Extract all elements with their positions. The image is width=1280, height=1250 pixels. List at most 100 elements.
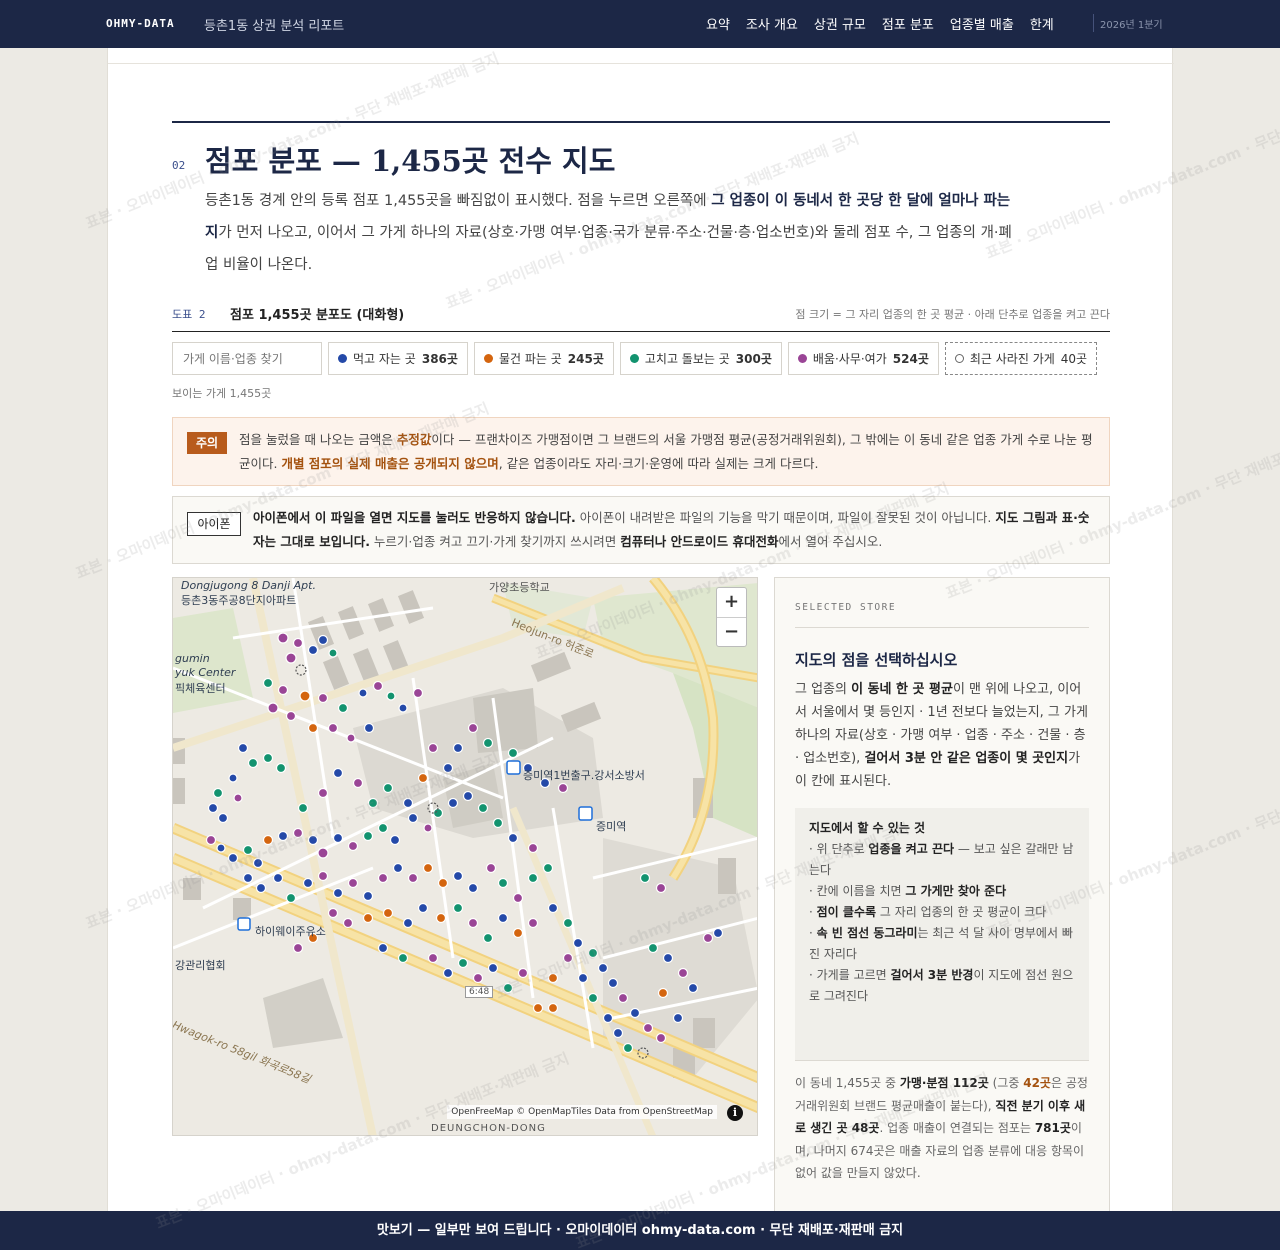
- page-top-rule: [108, 63, 1174, 64]
- top-navbar: OHMY-DATA 등촌1동 상권 분석 리포트 요약 조사 개요 상권 규모 …: [0, 0, 1280, 48]
- nav-item-market-size[interactable]: 상권 규모: [814, 14, 866, 33]
- warning-emphasis-1: 추정값: [396, 432, 432, 447]
- visible-store-count: 보이는 가게 1,455곳: [172, 387, 272, 400]
- chip-label: 물건 파는 곳: [498, 352, 562, 366]
- info-icon[interactable]: i: [727, 1105, 743, 1121]
- howto-item: · 점이 클수록 그 자리 업종의 한 곳 평균이 크다: [809, 905, 1047, 919]
- subway-station-icon: [578, 806, 593, 821]
- map-label-gym-en-2: yuk Center: [175, 666, 236, 679]
- chip-count: 300곳: [735, 352, 772, 366]
- map-label-school: 가양초등학교: [489, 581, 550, 594]
- gas-station-icon: [237, 917, 251, 931]
- chip-label: 먹고 자는 곳: [353, 352, 416, 366]
- map-label-station: 증미역: [596, 820, 627, 833]
- howto-item: · 가게를 고르면 걸어서 3분 반경이 지도에 점선 원으로 그려진다: [809, 968, 1074, 1003]
- figure-header: 도표 2 점포 1,455곳 분포도 (대화형) 점 크기 = 그 자리 업종의…: [172, 301, 1110, 325]
- category-dot-icon: [483, 354, 493, 363]
- howto-item: · 위 단추로 업종을 켜고 끈다 — 보고 싶은 갈래만 남는다: [809, 842, 1074, 877]
- map-label-gas-station: 하이웨이주유소: [255, 925, 326, 938]
- iphone-emphasis-1: 아이폰에서 이 파일을 열면 지도를 눌러도 반응하지 않습니다.: [253, 510, 576, 525]
- iphone-text-2: 누르기·업종 켜고 끄기·가게 찾기까지 쓰시려면: [369, 534, 621, 549]
- nav-item-survey[interactable]: 조사 개요: [746, 14, 798, 33]
- category-dot-icon: [338, 354, 347, 363]
- panel-desc-bold-1: 이 동네 한 곳 평균: [851, 682, 953, 697]
- panel-eyebrow: SELECTED STORE: [795, 602, 897, 613]
- warning-text: 점을 눌렀을 때 나오는 금액은 추정값이다 — 프랜차이즈 가맹점이면 그 브…: [239, 428, 1097, 476]
- preview-footer-bar: 맛보기 — 일부만 보여 드립니다 · 오마이데이터 ohmy-data.com…: [0, 1211, 1280, 1250]
- chip-count: 245곳: [567, 352, 604, 366]
- document-title: 등촌1동 상권 분석 리포트: [204, 19, 345, 34]
- warning-text-3: , 같은 업종이라도 자리·크기·운영에 따라 실제는 크게 다르다.: [498, 456, 819, 471]
- iphone-text: 아이폰에서 이 파일을 열면 지도를 눌러도 반응하지 않습니다. 아이폰이 내…: [253, 506, 1099, 554]
- store-map[interactable]: Dongjugong 8 Danji Apt. 등촌3동주공8단지아파트 가양초…: [172, 577, 758, 1136]
- report-period: 2026년 1분기: [1100, 20, 1163, 31]
- category-filters: 먹고 자는 곳 386곳 물건 파는 곳 245곳 고치고 돌보는 곳 300곳…: [172, 342, 1098, 375]
- nav-item-limitations[interactable]: 한계: [1030, 14, 1054, 33]
- chip-count: 524곳: [892, 352, 929, 366]
- nav-item-summary[interactable]: 요약: [706, 14, 730, 33]
- zoom-in-button[interactable]: +: [717, 588, 746, 617]
- selected-store-panel: SELECTED STORE 지도의 점을 선택하십시오 그 업종의 이 동네 …: [774, 577, 1110, 1228]
- map-label-district: DEUNGCHON-DONG: [431, 1123, 546, 1134]
- map-attribution[interactable]: OpenFreeMap © OpenMapTiles Data from Ope…: [447, 1105, 717, 1119]
- hollow-ring-icon: [954, 354, 964, 363]
- map-label-gym-ko: 픽체육센터: [175, 682, 226, 695]
- section-lead: 등촌1동 경계 안의 등록 점포 1,455곳을 빠짐없이 표시했다. 점을 누…: [205, 185, 1015, 281]
- panel-desc-bold-2: 걸어서 3분 안 같은 업종이 몇 곳인지: [864, 751, 1069, 766]
- filter-chip-food-lodging[interactable]: 먹고 자는 곳 386곳: [328, 342, 468, 375]
- figure-rule: [172, 331, 1110, 332]
- filter-chip-closed-stores[interactable]: 최근 사라진 가게 40곳: [944, 342, 1098, 375]
- panel-divider: [795, 1060, 1089, 1061]
- panel-divider: [795, 627, 1089, 628]
- filter-chip-retail[interactable]: 물건 파는 곳 245곳: [473, 342, 614, 375]
- figure-number: 도표 2: [172, 308, 206, 321]
- warning-emphasis-2: 개별 점포의 실제 매출은 공개되지 않으며: [281, 456, 499, 471]
- howto-title: 지도에서 할 수 있는 것: [809, 821, 926, 835]
- lead-text-1: 등촌1동 경계 안의 등록 점포 1,455곳을 빠짐없이 표시했다. 점을 누…: [205, 193, 712, 209]
- iphone-text-1: 아이폰이 내려받은 파일의 기능을 막기 때문이며, 파일이 잘못된 것이 아닙…: [575, 510, 996, 525]
- section-rule: [172, 121, 1110, 123]
- store-search-input[interactable]: [172, 342, 322, 375]
- howto-item: · 칸에 이름을 치면 그 가게만 찾아 준다: [809, 884, 1007, 898]
- section-title: 점포 분포 — 1,455곳 전수 지도: [205, 144, 616, 178]
- map-label-station-exit: 증미역1번출구.강서소방서: [523, 769, 645, 782]
- iphone-badge: 아이폰: [187, 512, 241, 536]
- filter-chip-repair-care[interactable]: 고치고 돌보는 곳 300곳: [619, 342, 782, 375]
- panel-desc-1: 그 업종의: [795, 682, 852, 697]
- panel-title: 지도의 점을 선택하십시오: [795, 651, 958, 669]
- section-nav: 요약 조사 개요 상권 규모 점포 분포 업종별 매출 한계: [706, 14, 1054, 33]
- iphone-emphasis-3: 컴퓨터나 안드로이드 휴대전화: [620, 534, 779, 549]
- brand-logo[interactable]: OHMY-DATA: [106, 17, 175, 30]
- warning-badge: 주의: [187, 432, 227, 454]
- chip-label: 최근 사라진 가게: [969, 352, 1055, 366]
- chip-label: 고치고 돌보는 곳: [644, 352, 730, 366]
- howto-item: · 속 빈 점선 동그라미는 최근 석 달 사이 명부에서 빠진 자리다: [809, 926, 1073, 961]
- category-dot-icon: [797, 354, 807, 363]
- chip-label: 배움·사무·여가: [812, 352, 887, 366]
- figure-note: 점 크기 = 그 자리 업종의 한 곳 평균 · 아래 단추로 업종을 켜고 끈…: [795, 308, 1110, 321]
- figure-title: 점포 1,455곳 분포도 (대화형): [230, 308, 405, 323]
- category-dot-icon: [629, 354, 639, 363]
- map-label-association: 강관리협회: [175, 959, 226, 972]
- subway-exit-icon: [506, 760, 521, 775]
- iphone-text-3: 에서 열어 주십시오.: [778, 534, 883, 549]
- nav-item-store-distribution[interactable]: 점포 분포: [882, 14, 934, 33]
- howto-list: · 위 단추로 업종을 켜고 끈다 — 보고 싶은 갈래만 남는다 · 칸에 이…: [809, 839, 1075, 1007]
- map-label-gym-en-1: gumin: [175, 652, 210, 665]
- zoom-control: + −: [716, 587, 747, 647]
- map-howto-box: 지도에서 할 수 있는 것 · 위 단추로 업종을 켜고 끈다 — 보고 싶은 …: [795, 808, 1089, 1061]
- estimate-warning: 주의 점을 눌렀을 때 나오는 금액은 추정값이다 — 프랜차이즈 가맹점이면 …: [172, 417, 1110, 486]
- map-label-apt-ko: 등촌3동주공8단지아파트: [181, 594, 297, 607]
- warning-text-1: 점을 눌렀을 때 나오는 금액은: [239, 432, 397, 447]
- zoom-out-button[interactable]: −: [717, 617, 746, 646]
- lead-text-2: 가 먼저 나오고, 이어서 그 가게 하나의 자료(상호·가맹 여부·업종·국가…: [205, 225, 1012, 273]
- iphone-notice: 아이폰 아이폰에서 이 파일을 열면 지도를 눌러도 반응하지 않습니다. 아이…: [172, 496, 1110, 564]
- nav-divider: [1093, 14, 1094, 32]
- filter-chip-edu-office-leisure[interactable]: 배움·사무·여가 524곳: [787, 342, 939, 375]
- panel-footnote: 이 동네 1,455곳 중 가맹·분점 112곳 (그중 42곳은 공정거래위원…: [795, 1076, 1088, 1180]
- nav-item-sales-by-category[interactable]: 업종별 매출: [950, 14, 1014, 33]
- map-label-apt-en: Dongjugong 8 Danji Apt.: [181, 579, 316, 592]
- map-route-badge: 6:48: [465, 986, 494, 998]
- chip-count: 40곳: [1060, 352, 1088, 366]
- chip-count: 386곳: [421, 352, 458, 366]
